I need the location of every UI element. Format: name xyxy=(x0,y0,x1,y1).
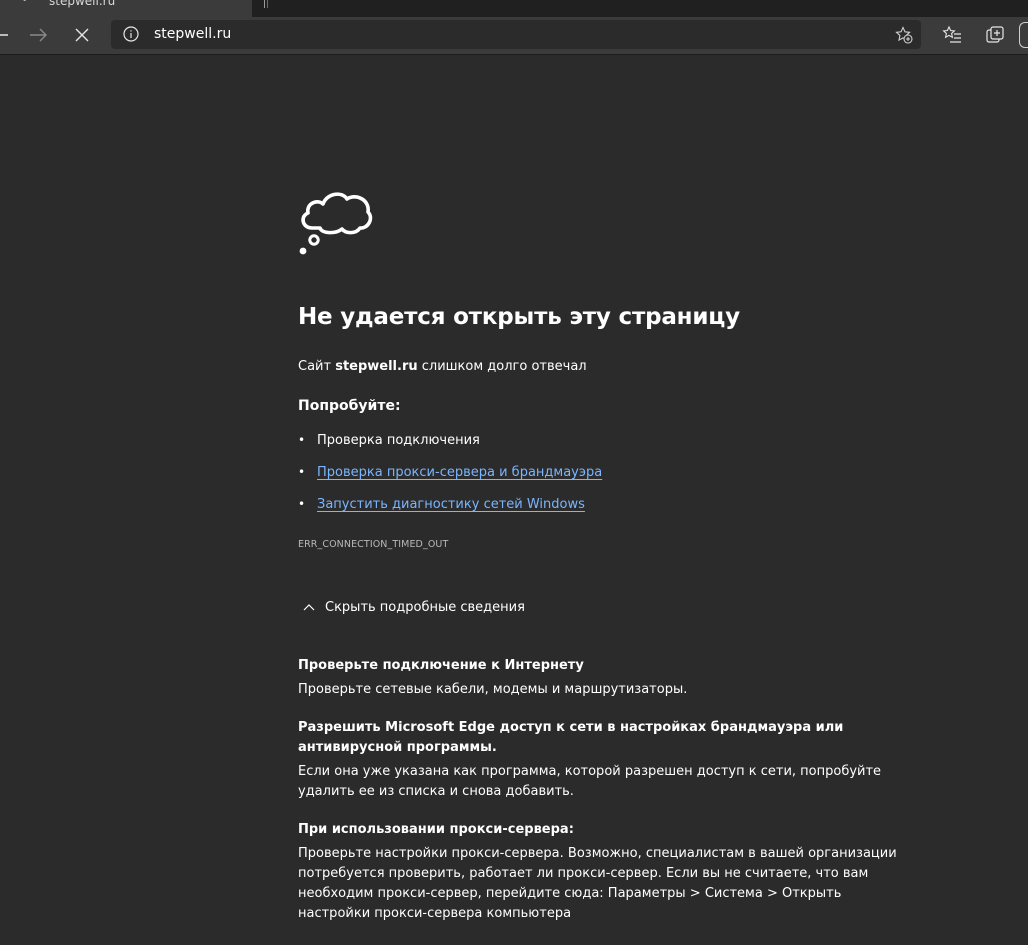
details-text: Если она уже указана как программа, кото… xyxy=(298,764,882,799)
thought-cloud-icon xyxy=(299,192,373,255)
tab-strip: • stepwell.ru xyxy=(0,0,1028,17)
profile-button[interactable] xyxy=(1019,22,1028,48)
info-icon[interactable] xyxy=(123,26,139,42)
chevron-up-icon xyxy=(303,604,315,611)
bullet-icon: • xyxy=(298,465,306,479)
loading-spinner-icon: • xyxy=(22,0,28,6)
details-heading: Разрешить Microsoft Edge доступ к сети в… xyxy=(298,720,844,755)
browser-toolbar: stepwell.ru xyxy=(0,17,1028,55)
details-text: Проверьте сетевые кабели, модемы и маршр… xyxy=(298,682,688,697)
desc-suffix: слишком долго отвечал xyxy=(417,359,587,374)
bullet-icon: • xyxy=(298,433,306,447)
new-tab-divider xyxy=(267,0,268,8)
bullet-icon: • xyxy=(298,497,306,511)
page-title: Не удается открыть эту страницу xyxy=(298,304,740,330)
error-description: Сайт stepwell.ru слишком долго отвечал xyxy=(298,359,587,374)
proxy-firewall-link[interactable]: Проверка прокси-сервера и брандмауэра xyxy=(317,465,602,480)
suggestion-check-connection: Проверка подключения xyxy=(317,433,480,448)
collections-icon[interactable] xyxy=(985,25,1005,45)
stop-button[interactable] xyxy=(66,19,98,51)
favorites-list-icon[interactable] xyxy=(942,25,962,45)
error-code: ERR_CONNECTION_TIMED_OUT xyxy=(298,539,449,550)
forward-arrow-icon xyxy=(30,28,47,42)
close-icon xyxy=(75,28,89,42)
hide-details-label: Скрыть подробные сведения xyxy=(325,600,525,615)
address-url[interactable]: stepwell.ru xyxy=(154,26,231,42)
tab-title: stepwell.ru xyxy=(49,0,116,8)
desc-prefix: Сайт xyxy=(298,359,336,374)
back-button[interactable] xyxy=(0,19,16,51)
star-add-icon[interactable] xyxy=(895,26,913,44)
back-arrow-icon xyxy=(0,34,8,36)
try-heading: Попробуйте: xyxy=(298,398,401,414)
hide-details-button[interactable]: Скрыть подробные сведения xyxy=(298,598,538,618)
details-heading: При использовании прокси-сервера: xyxy=(298,822,574,837)
tab-active[interactable]: • stepwell.ru xyxy=(0,0,252,17)
address-bar[interactable]: stepwell.ru xyxy=(111,20,921,49)
forward-button[interactable] xyxy=(22,19,54,51)
details-text: Проверьте настройки прокси-сервера. Возм… xyxy=(298,846,897,921)
details-heading: Проверьте подключение к Интернету xyxy=(298,658,584,673)
desc-host: stepwell.ru xyxy=(335,359,418,374)
network-diagnostics-link[interactable]: Запустить диагностику сетей Windows xyxy=(317,497,585,512)
tab-divider xyxy=(264,0,265,8)
